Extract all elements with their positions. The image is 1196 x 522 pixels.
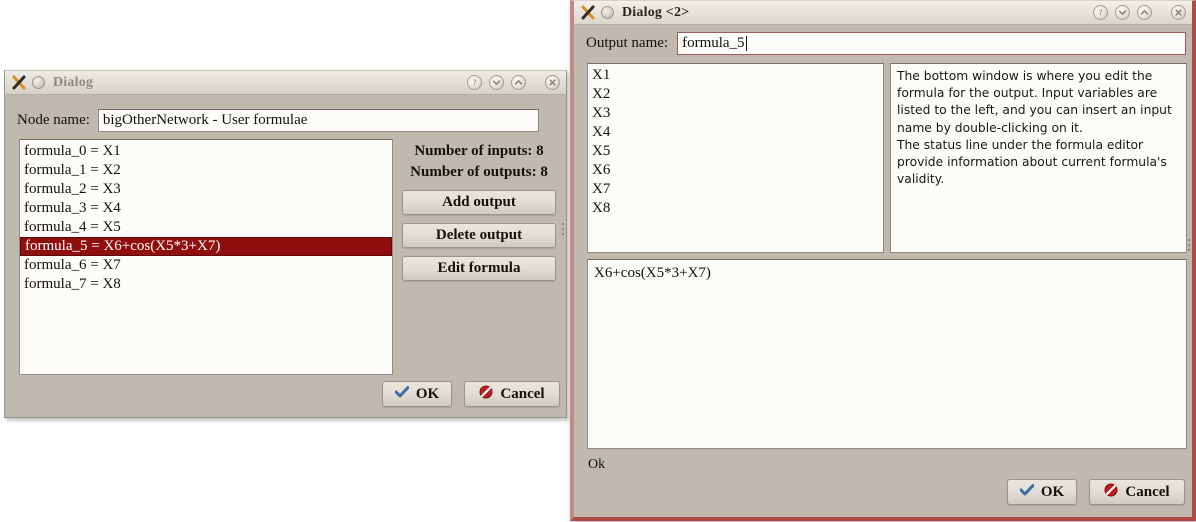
window-menu-icon[interactable] (601, 6, 614, 19)
left-dialog-window-controls: ? (467, 75, 560, 90)
window-menu-icon[interactable] (32, 76, 45, 89)
list-item[interactable]: X6 (588, 161, 883, 180)
ok-button[interactable]: OK (1007, 479, 1077, 505)
edit-formula-button[interactable]: Edit formula (402, 256, 556, 281)
help-text: The bottom window is where you edit the … (897, 69, 1172, 187)
list-item[interactable]: formula_6 = X7 (20, 256, 392, 275)
output-name-row: Output name: formula_5 (586, 32, 1186, 55)
list-item[interactable]: formula_1 = X2 (20, 161, 392, 180)
left-dialog-title: Dialog (53, 74, 94, 90)
output-name-label: Output name: (586, 35, 669, 51)
status-line: Ok (588, 457, 606, 472)
help-panel: The bottom window is where you edit the … (890, 63, 1187, 253)
x11-logo-icon (12, 75, 27, 90)
node-name-label: Node name: (17, 112, 90, 128)
svg-text:?: ? (1098, 8, 1102, 17)
ok-button-label: OK (415, 385, 440, 402)
delete-output-button[interactable]: Delete output (402, 223, 556, 248)
list-item[interactable]: formula_7 = X8 (20, 275, 392, 294)
list-item[interactable]: formula_3 = X4 (20, 199, 392, 218)
input-variable-list[interactable]: X1 X2 X3 X4 X5 X6 X7 X8 (587, 63, 884, 253)
list-item[interactable]: X2 (588, 85, 883, 104)
text-caret (745, 36, 747, 51)
maximize-icon[interactable] (1137, 5, 1152, 20)
add-output-button[interactable]: Add output (402, 190, 556, 215)
desktop-root: Dialog ? Node name: bigOtherNetwork - Us… (0, 0, 1196, 522)
list-item[interactable]: X1 (588, 66, 883, 85)
resize-grip[interactable] (1187, 239, 1190, 251)
node-name-row: Node name: bigOtherNetwork - User formul… (17, 109, 557, 132)
node-name-input[interactable]: bigOtherNetwork - User formulae (97, 109, 539, 132)
shade-icon[interactable] (1115, 5, 1130, 20)
cancel-button-label: Cancel (500, 385, 545, 402)
ok-button[interactable]: OK (382, 381, 452, 407)
list-item[interactable]: formula_2 = X3 (20, 180, 392, 199)
list-item[interactable]: formula_0 = X1 (20, 142, 392, 161)
right-dialog-titlebar[interactable]: Dialog <2> ? (574, 1, 1192, 25)
cancel-button[interactable]: Cancel (1089, 479, 1185, 505)
ok-button-label: OK (1040, 483, 1065, 500)
list-item[interactable]: X7 (588, 180, 883, 199)
node-formulae-dialog[interactable]: Dialog ? Node name: bigOtherNetwork - Us… (4, 70, 567, 418)
list-item[interactable]: X4 (588, 123, 883, 142)
left-dialog-titlebar[interactable]: Dialog ? (5, 71, 566, 95)
resize-grip[interactable] (561, 223, 564, 235)
number-of-outputs-label: Number of outputs: 8 (410, 164, 548, 180)
help-icon[interactable]: ? (467, 75, 482, 90)
formula-list[interactable]: formula_0 = X1 formula_1 = X2 formula_2 … (19, 139, 393, 375)
list-item-selected[interactable]: formula_5 = X6+cos(X5*3+X7) (20, 237, 392, 256)
right-dialog-action-row: OK Cancel (1007, 479, 1185, 505)
help-icon[interactable]: ? (1093, 5, 1108, 20)
shade-icon[interactable] (489, 75, 504, 90)
cancel-circle-icon (1104, 483, 1118, 502)
check-icon (1019, 483, 1035, 501)
list-item[interactable]: X3 (588, 104, 883, 123)
left-dialog-action-row: OK Cancel (382, 381, 560, 407)
cancel-button-label: Cancel (1125, 483, 1170, 500)
svg-text:?: ? (472, 78, 476, 87)
right-dialog-title: Dialog <2> (622, 4, 690, 20)
list-item[interactable]: X5 (588, 142, 883, 161)
maximize-icon[interactable] (511, 75, 526, 90)
list-item[interactable]: X8 (588, 199, 883, 218)
close-icon[interactable] (1171, 5, 1186, 20)
cancel-button[interactable]: Cancel (464, 381, 560, 407)
formula-editor[interactable]: X6+cos(X5*3+X7) (587, 259, 1187, 449)
output-info-panel: Number of inputs: 8 Number of outputs: 8… (402, 141, 556, 281)
x11-logo-icon (581, 5, 596, 20)
check-icon (394, 385, 410, 403)
close-icon[interactable] (545, 75, 560, 90)
right-dialog-window-controls: ? (1093, 5, 1186, 20)
formula-editor-dialog[interactable]: Dialog <2> ? Output name: formula_5 X1 X… (570, 0, 1196, 521)
output-name-input[interactable]: formula_5 (677, 32, 1186, 55)
formula-editor-value: X6+cos(X5*3+X7) (594, 265, 711, 281)
number-of-inputs-label: Number of inputs: 8 (414, 143, 544, 159)
output-name-value: formula_5 (682, 35, 745, 51)
cancel-circle-icon (479, 385, 493, 404)
list-item[interactable]: formula_4 = X5 (20, 218, 392, 237)
